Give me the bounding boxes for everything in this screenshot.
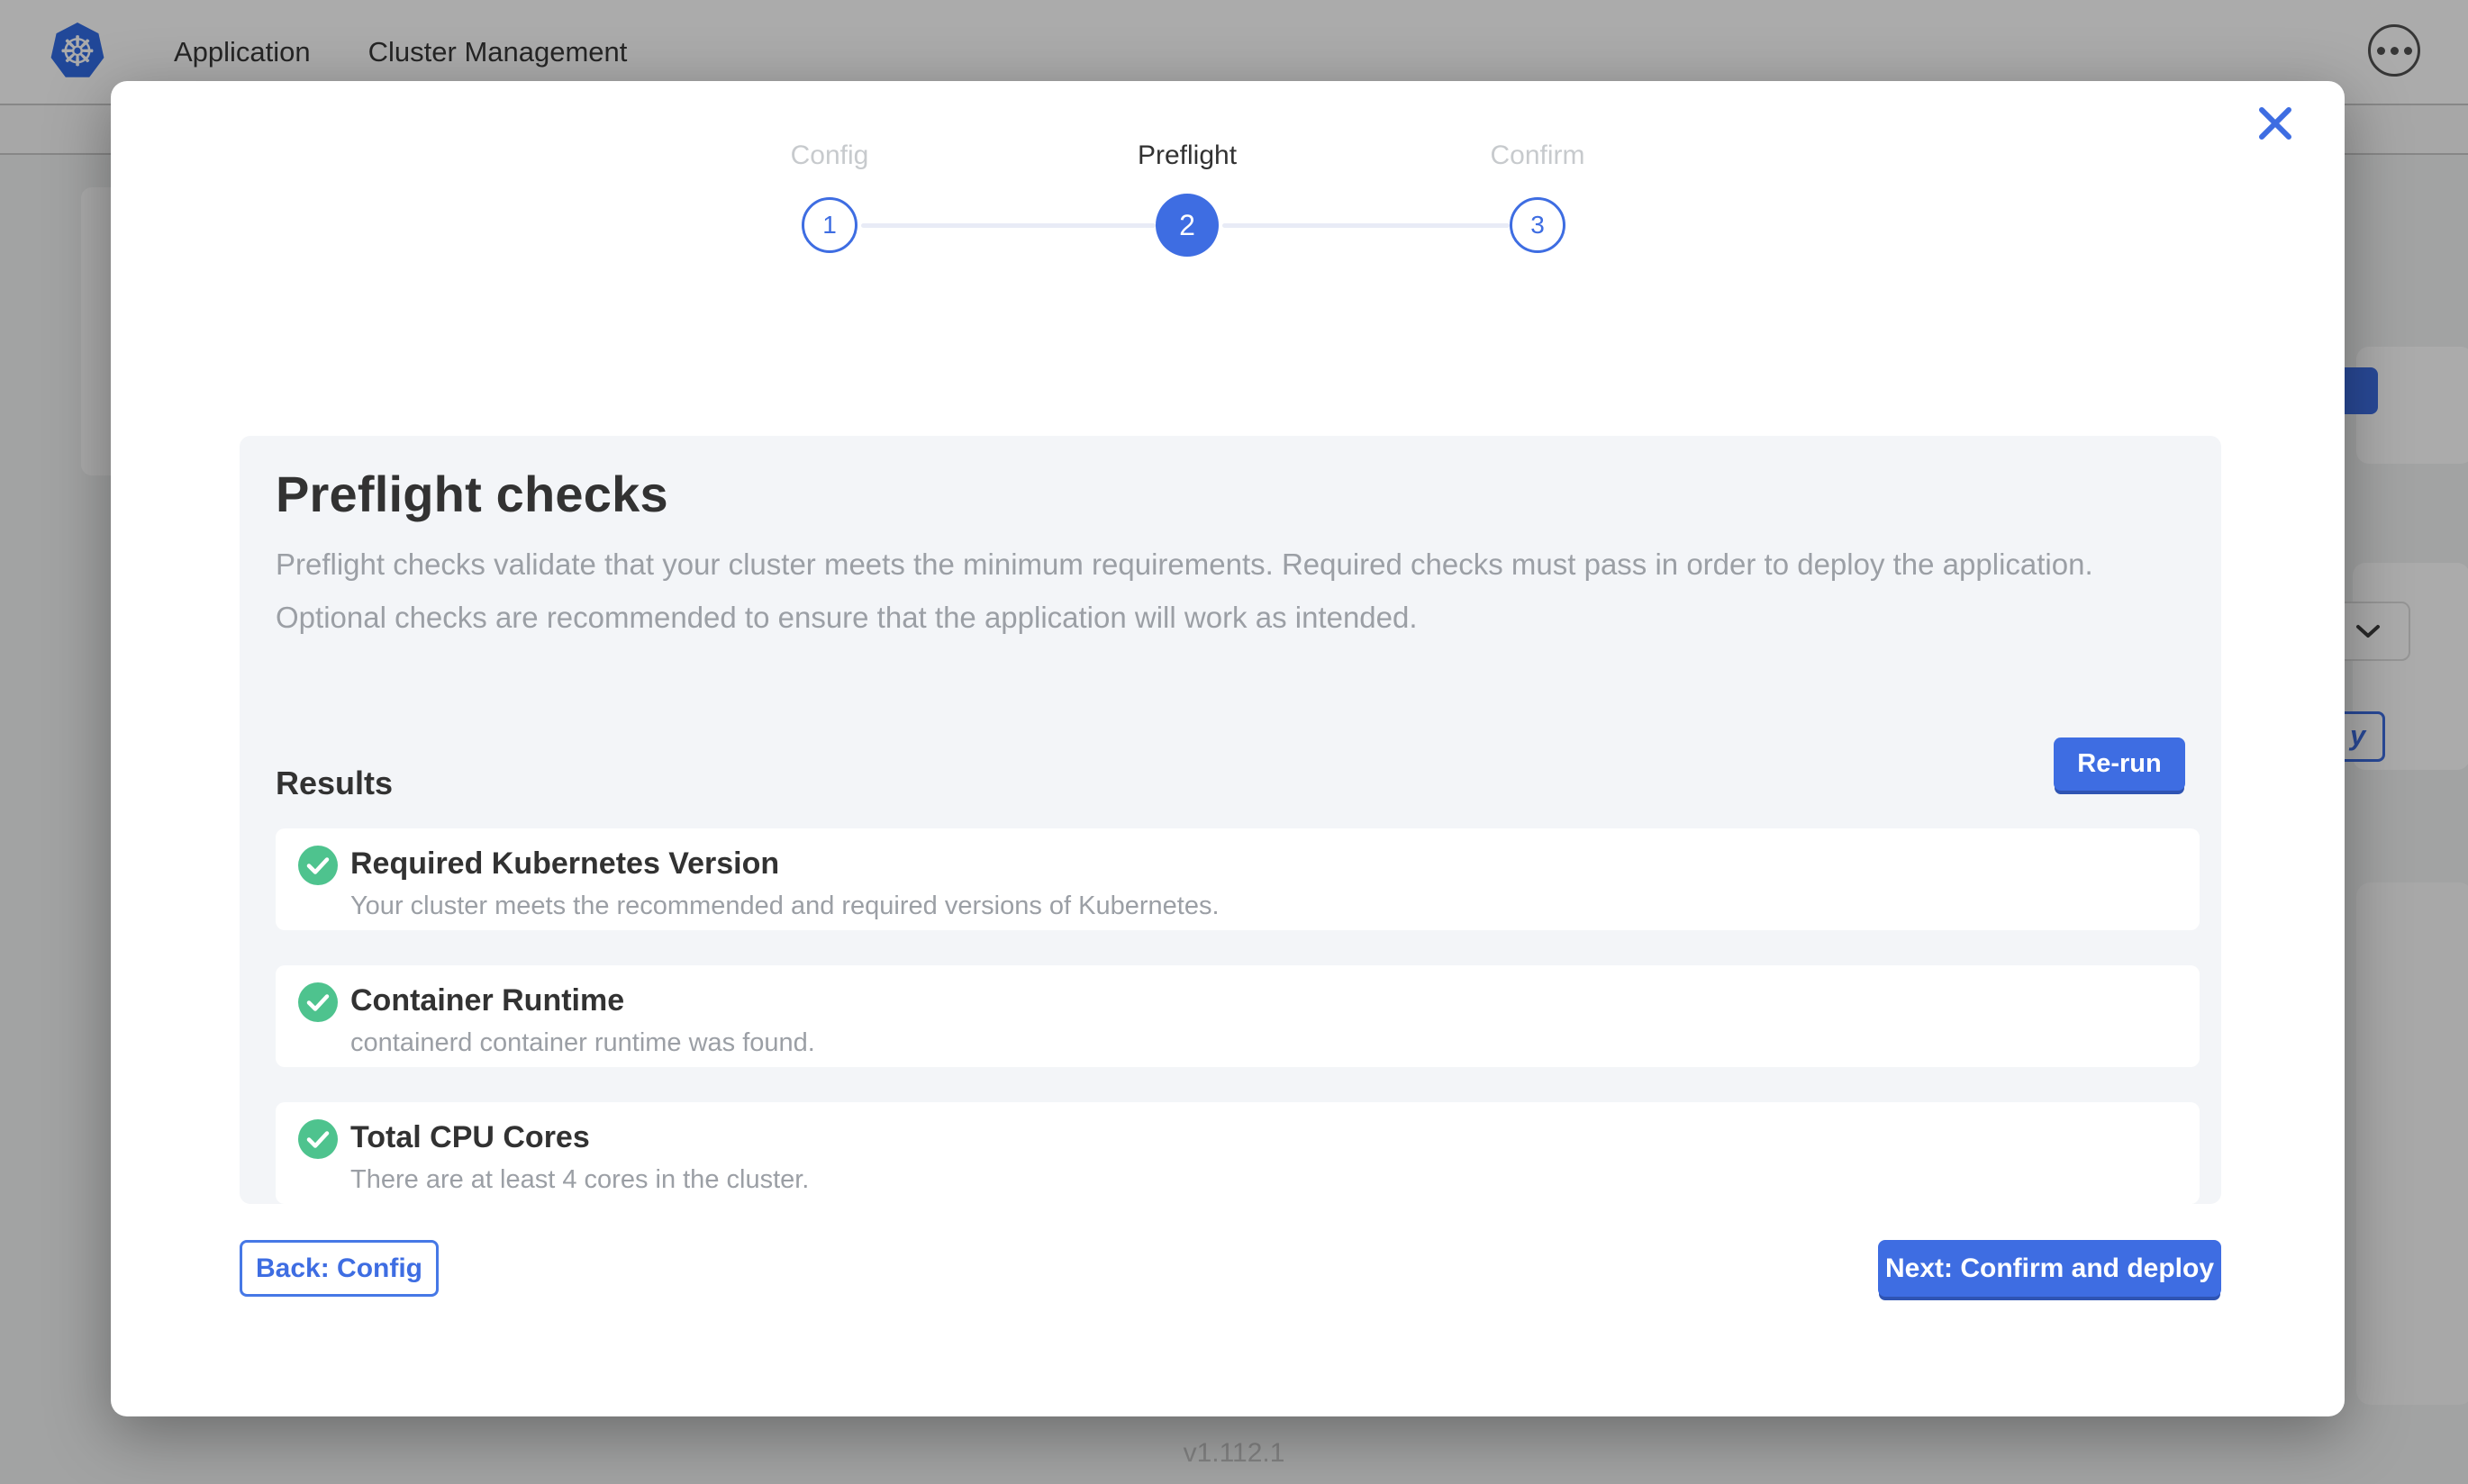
check-pass-icon (298, 1119, 338, 1159)
page-title: Preflight checks (276, 463, 2185, 523)
check-item-container-runtime: Container Runtime containerd container r… (276, 965, 2200, 1067)
check-results-list: Required Kubernetes Version Your cluster… (276, 828, 2185, 1204)
step-connector (1222, 223, 1510, 228)
step-label-confirm: Confirm (1490, 140, 1584, 171)
check-title: Container Runtime (350, 981, 815, 1020)
check-item-total-cpu-cores: Total CPU Cores There are at least 4 cor… (276, 1102, 2200, 1204)
step-circle-3[interactable]: 3 (1510, 197, 1565, 253)
preflight-description: Preflight checks validate that your clus… (276, 538, 2158, 644)
check-detail: containerd container runtime was found. (350, 1024, 815, 1062)
step-connector (861, 223, 1156, 228)
check-item-kubernetes-version: Required Kubernetes Version Your cluster… (276, 828, 2200, 930)
step-circle-2[interactable]: 2 (1156, 194, 1219, 257)
check-detail: There are at least 4 cores in the cluste… (350, 1161, 809, 1199)
step-label-config: Config (791, 140, 869, 171)
check-title: Total CPU Cores (350, 1118, 809, 1157)
check-title: Required Kubernetes Version (350, 844, 1220, 883)
next-confirm-deploy-button[interactable]: Next: Confirm and deploy (1878, 1240, 2221, 1297)
back-config-button[interactable]: Back: Config (240, 1240, 439, 1297)
app-screen: ☸ Application Cluster Management 0 y v1.… (0, 0, 2468, 1484)
results-heading: Results (276, 765, 393, 801)
check-pass-icon (298, 982, 338, 1022)
close-icon[interactable] (2253, 101, 2298, 146)
rerun-button[interactable]: Re-run (2054, 737, 2185, 791)
check-detail: Your cluster meets the recommended and r… (350, 887, 1220, 925)
step-label-preflight: Preflight (1138, 140, 1237, 171)
preflight-panel: Preflight checks Preflight checks valida… (240, 436, 2221, 1204)
step-circle-1[interactable]: 1 (802, 197, 857, 253)
check-pass-icon (298, 846, 338, 885)
results-header-row: Results Re-run (276, 737, 2185, 801)
modal-footer: Back: Config Next: Confirm and deploy (240, 1240, 2221, 1297)
preflight-modal: Config Preflight Confirm 1 2 3 Preflight… (111, 81, 2345, 1416)
